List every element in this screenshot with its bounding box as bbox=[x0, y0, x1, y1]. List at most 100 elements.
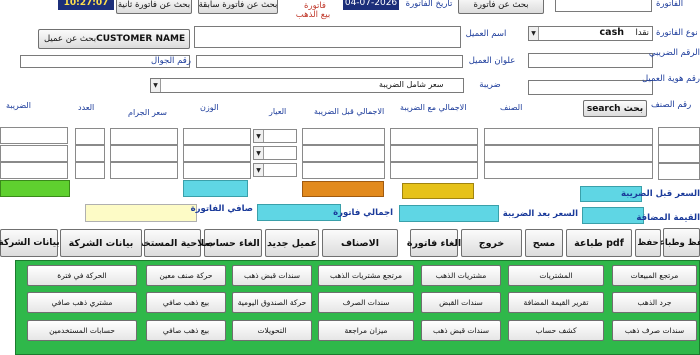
grid-cell[interactable] bbox=[75, 128, 105, 145]
grid-cell[interactable] bbox=[390, 162, 478, 179]
previous-invoice-search-button[interactable]: بحث عن فاتورة سابقة bbox=[198, 0, 278, 14]
invoice-net-label: صافي الفاتورة bbox=[190, 204, 253, 214]
invoice-net-box bbox=[85, 204, 197, 222]
vat-label: القيمة المضافة bbox=[636, 213, 700, 223]
second-invoice-search-button[interactable]: بحث عن فاتورة ثانية bbox=[116, 0, 192, 14]
item-number-label: رقم الصنف bbox=[651, 100, 692, 110]
price-before-tax-label: السعر قبل الضريبة bbox=[621, 189, 700, 199]
nav-purchases-button[interactable]: المشتريات bbox=[508, 265, 604, 286]
gold-summary-box bbox=[402, 183, 474, 199]
exit-button[interactable]: خروج bbox=[461, 229, 522, 257]
items-button[interactable]: الاصناف bbox=[322, 229, 398, 257]
nav-gold-receipts-button[interactable]: سندات قبض ذهب bbox=[232, 265, 312, 286]
grid-cell[interactable] bbox=[658, 163, 700, 180]
grid-cell[interactable] bbox=[183, 128, 251, 145]
invoice-date-label: تاريخ الفاتورة bbox=[405, 0, 453, 9]
new-customer-button[interactable]: عميل جديد bbox=[265, 229, 319, 257]
header-gram-price: سعر الجرام bbox=[128, 108, 167, 117]
nav-vat-report-button[interactable]: تقرير القيمة المضافة bbox=[508, 292, 604, 313]
nav-account-statement-button[interactable]: كشف حساب bbox=[508, 320, 604, 341]
chevron-down-icon[interactable]: ▼ bbox=[151, 79, 161, 92]
cancel-invoice-button[interactable]: الغاء فاتورة bbox=[407, 229, 461, 257]
item-search-button[interactable]: search بحث bbox=[583, 100, 647, 117]
chevron-down-icon[interactable]: ▼ bbox=[254, 130, 264, 142]
header-tax: الضريبة bbox=[6, 101, 31, 110]
grid-cell[interactable] bbox=[183, 162, 251, 179]
tax-number-label: الرقم الضريبي bbox=[648, 48, 700, 58]
nav-gold-receipts-2-button[interactable]: سندات قبض ذهب bbox=[421, 320, 501, 341]
nav-payments-button[interactable]: سندات الصرف bbox=[318, 292, 414, 313]
grid-cell[interactable] bbox=[658, 127, 700, 145]
grid-cell[interactable] bbox=[302, 128, 385, 145]
address-input[interactable] bbox=[196, 55, 463, 68]
chevron-down-icon[interactable]: ▼ bbox=[254, 164, 264, 176]
address-label: علوان العميل bbox=[468, 56, 516, 66]
nav-period-movement-button[interactable]: الحركة في فترة bbox=[27, 265, 137, 286]
grid-cell[interactable]: ▼ bbox=[253, 146, 297, 160]
invoice-type-value: cash bbox=[599, 27, 624, 38]
invoice-label: الفاتورة bbox=[656, 0, 684, 9]
nav-net-gold-sale-button[interactable]: بيع ذهب صافي bbox=[146, 292, 226, 313]
header-item: الصنف bbox=[500, 103, 523, 112]
grid-cell[interactable]: ▼ bbox=[253, 129, 297, 143]
grid-cell[interactable] bbox=[484, 128, 653, 145]
invoice-field[interactable] bbox=[555, 0, 652, 12]
chevron-down-icon[interactable]: ▼ bbox=[254, 147, 264, 159]
grid-cell[interactable] bbox=[183, 145, 251, 162]
nav-trial-balance-button[interactable]: ميزان مراجعة bbox=[318, 320, 414, 341]
user-permissions-button[interactable]: صلاحية المستخدم bbox=[131, 229, 214, 257]
customer-search-button[interactable]: بحث عن عميل CUSTOMER NAME bbox=[38, 29, 190, 49]
invoice-type-label: نوع الفاتورة bbox=[656, 28, 698, 38]
grid-cell[interactable]: ▼ bbox=[253, 163, 297, 177]
nav-net-gold-sale-2-button[interactable]: بيع ذهب صافي bbox=[146, 320, 226, 341]
nav-receipts-button[interactable]: سندات القبض bbox=[421, 292, 501, 313]
invoice-search-button[interactable]: بحث عن فاتورة bbox=[458, 0, 544, 14]
grid-cell[interactable] bbox=[658, 145, 700, 163]
nav-gold-payments-button[interactable]: سندات صرف ذهب bbox=[612, 320, 697, 341]
grid-cell[interactable] bbox=[302, 162, 385, 179]
orange-summary-box bbox=[302, 181, 384, 197]
grid-cell[interactable] bbox=[390, 128, 478, 145]
customer-name-label: اسم العميل bbox=[465, 29, 507, 39]
print-pdf-button[interactable]: طباعة pdf bbox=[566, 229, 632, 257]
price-after-tax-label: السعر بعد الضريبة bbox=[502, 209, 578, 219]
chevron-down-icon[interactable]: ▼ bbox=[529, 27, 539, 40]
nav-sales-returns-button[interactable]: مرتجع المبيعات bbox=[612, 265, 697, 286]
invoice-type-select[interactable]: ▼ نقدا cash bbox=[528, 26, 653, 41]
grid-cell[interactable] bbox=[110, 128, 178, 145]
customer-id-input[interactable] bbox=[528, 80, 653, 95]
grid-cell[interactable] bbox=[390, 145, 478, 162]
save-print-button[interactable]: حفظ وطباعة bbox=[654, 228, 700, 257]
grid-cell[interactable] bbox=[302, 145, 385, 162]
tax-number-input[interactable] bbox=[528, 53, 653, 68]
clear-button[interactable]: مسح bbox=[525, 229, 563, 257]
nav-user-accounts-button[interactable]: حسابات المستخدمين bbox=[27, 320, 137, 341]
grid-cell[interactable] bbox=[110, 162, 178, 179]
grid-cell[interactable] bbox=[484, 145, 653, 162]
header-total-with-tax: الاجمالي مع الضريبة bbox=[400, 103, 467, 112]
grid-cell[interactable] bbox=[75, 145, 105, 162]
customer-name-input[interactable] bbox=[194, 26, 461, 48]
grid-cell[interactable] bbox=[484, 162, 653, 179]
grid-cell[interactable] bbox=[110, 145, 178, 162]
header-karat: العيار bbox=[269, 107, 287, 116]
user-data-button[interactable]: بيانات الشركة bbox=[60, 229, 142, 257]
company-data-button[interactable]: بيانات الشركة bbox=[0, 229, 60, 257]
customer-name-value: CUSTOMER NAME bbox=[96, 34, 186, 44]
save-button[interactable]: حفظ bbox=[635, 229, 661, 257]
grid-cell[interactable] bbox=[75, 162, 105, 179]
nav-transfers-button[interactable]: التحويلات bbox=[232, 320, 312, 341]
nav-gold-inventory-button[interactable]: جرد الذهب bbox=[612, 292, 697, 313]
nav-net-gold-purchase-button[interactable]: مشتري ذهب صافي bbox=[27, 292, 137, 313]
grid-cell[interactable] bbox=[0, 145, 68, 162]
tax-label: ضريبة bbox=[479, 80, 501, 90]
grid-cell[interactable] bbox=[0, 127, 68, 144]
grid-cell[interactable] bbox=[0, 162, 68, 179]
invoice-total-box bbox=[399, 205, 499, 222]
price-mode-select[interactable]: ▼ سعر شامل الضريبة bbox=[150, 78, 464, 93]
invoice-date-field[interactable]: 04-07-2026 bbox=[343, 0, 399, 10]
nav-gold-purchases-button[interactable]: مشتريات الذهب bbox=[421, 265, 501, 286]
nav-item-movement-button[interactable]: حركة صنف معين bbox=[146, 265, 226, 286]
nav-daily-cash-button[interactable]: حركة الصندوق اليومية bbox=[232, 292, 312, 313]
nav-gold-purchase-returns-button[interactable]: مرتجع مشتريات الذهب bbox=[318, 265, 414, 286]
